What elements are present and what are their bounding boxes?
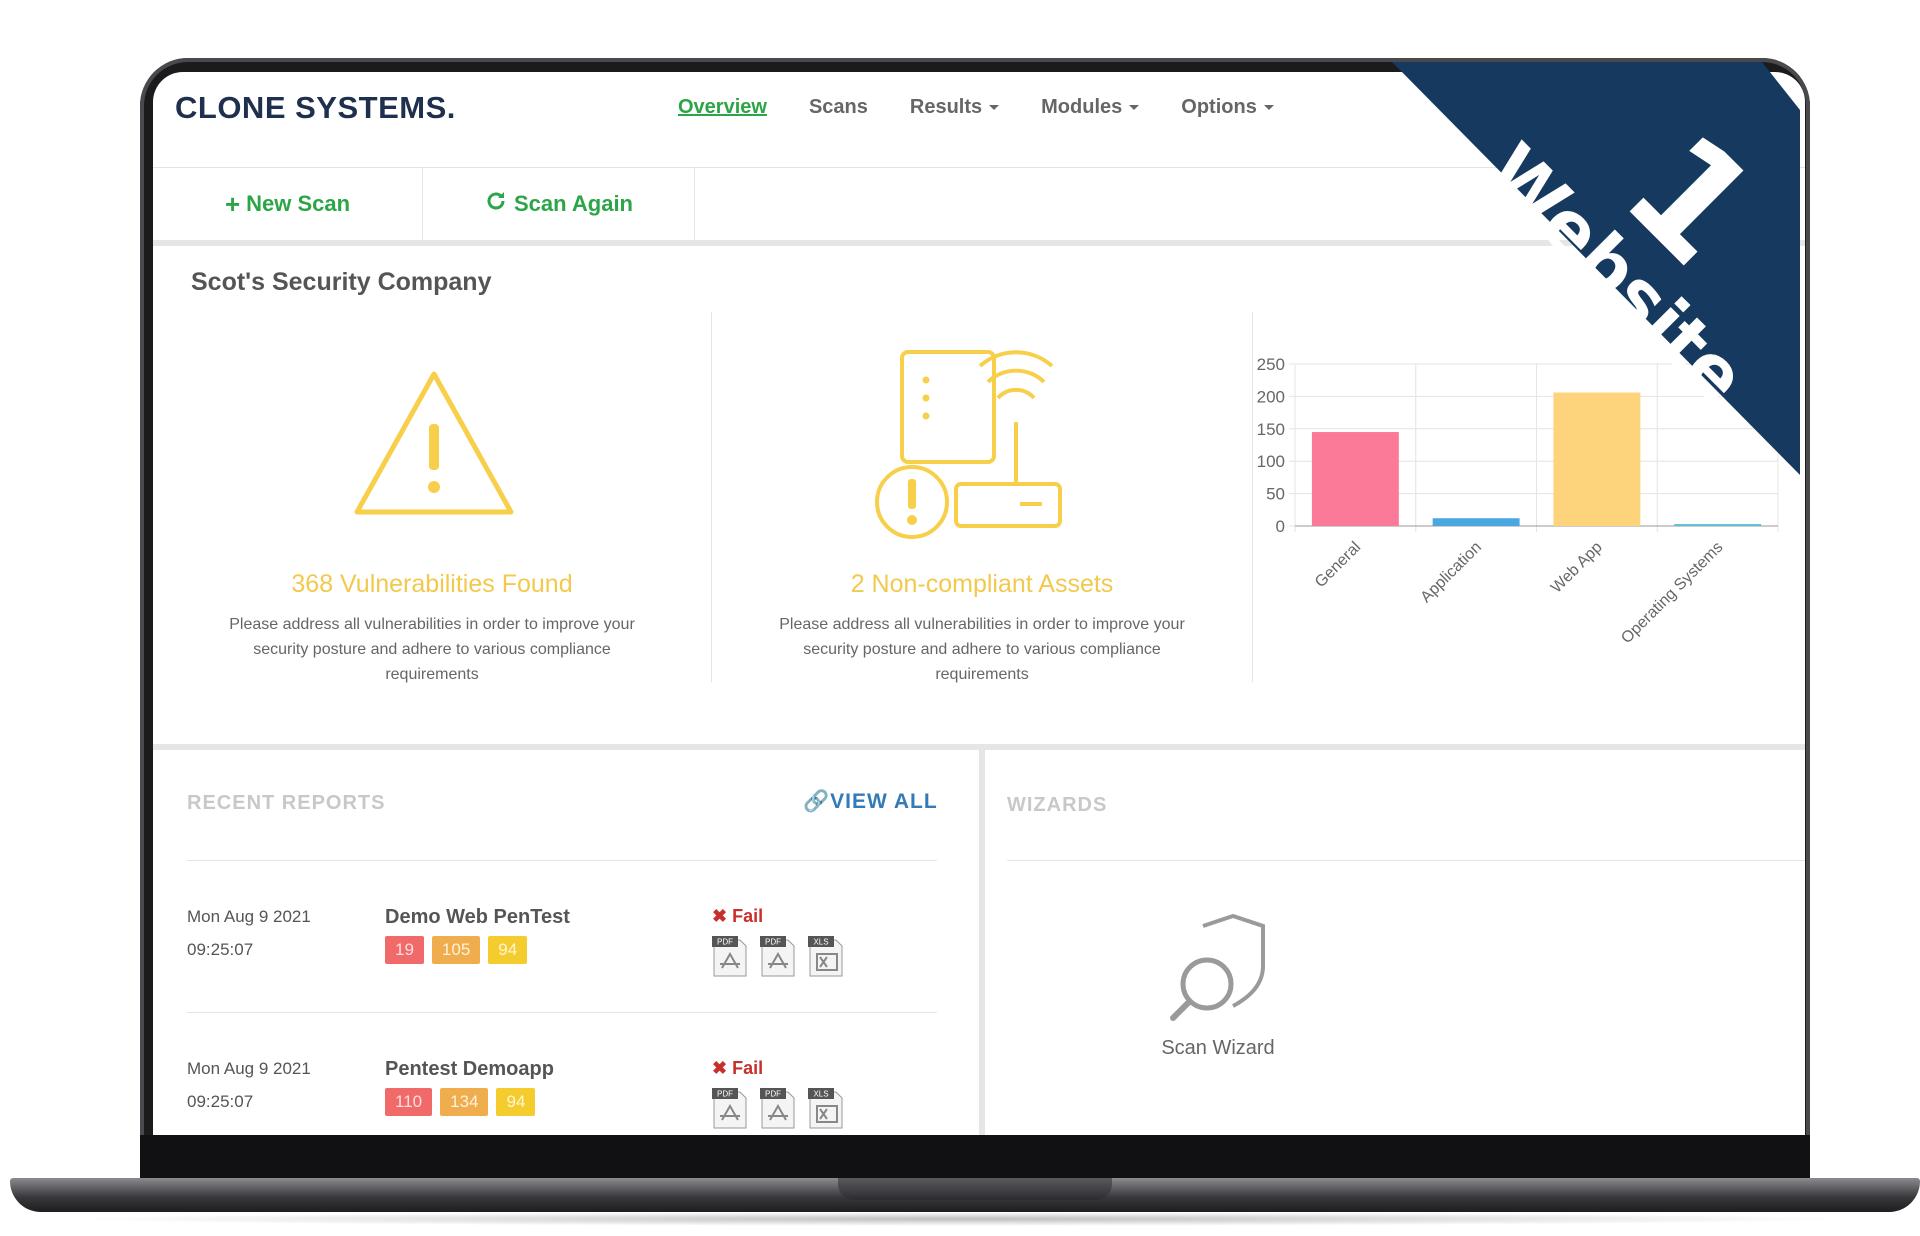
vulnerabilities-headline: 368 Vulnerabilities Found xyxy=(291,570,573,598)
top-navbar: CLONE SYSTEMS. Overview Scans Results Mo… xyxy=(153,72,1805,168)
view-all-label: VIEW ALL xyxy=(830,790,938,813)
pdf-file-icon[interactable]: PDF xyxy=(712,934,748,978)
report-date: Mon Aug 9 2021 xyxy=(187,907,311,926)
vulnerabilities-panel: 368 Vulnerabilities Found Please address… xyxy=(153,312,711,683)
critical-count-badge: 19 xyxy=(385,936,424,964)
nav-results-label: Results xyxy=(909,96,983,118)
report-time: 09:25:07 xyxy=(187,940,254,959)
assets-headline: 2 Non-compliant Assets xyxy=(850,570,1114,598)
medium-count-badge: 94 xyxy=(496,1088,536,1116)
app-screen: CLONE SYSTEMS. Overview Scans Results Mo… xyxy=(153,72,1805,1135)
report-row: Mon Aug 9 2021 09:25:07 Pentest Demoapp … xyxy=(187,1052,937,1135)
xls-file-icon[interactable]: XLS xyxy=(808,1086,844,1130)
divider xyxy=(187,1012,937,1013)
x-tick-label: Web App xyxy=(1548,539,1606,597)
high-count-badge: 134 xyxy=(440,1088,489,1116)
nav-modules[interactable]: Modules xyxy=(1041,96,1140,119)
scan-wizard-label: Scan Wizard xyxy=(1161,1037,1275,1059)
new-scan-button[interactable]: + New Scan xyxy=(153,168,423,240)
laptop-shadow xyxy=(60,1212,1860,1226)
bar-operating-systems xyxy=(1674,524,1762,526)
nav-scans[interactable]: Scans xyxy=(809,96,868,119)
pdf-tag: PDF xyxy=(717,1090,733,1099)
scan-wizard-button[interactable]: Scan Wizard xyxy=(1133,912,1303,1060)
laptop-base-notch xyxy=(838,1178,1112,1200)
pdf-file-icon[interactable]: PDF xyxy=(760,1086,796,1130)
y-tick-label: 100 xyxy=(1257,452,1285,471)
bar-web-app xyxy=(1553,392,1641,526)
report-downloads: PDF PDF XLS xyxy=(712,934,844,978)
new-scan-label: New Scan xyxy=(246,191,351,216)
report-date: Mon Aug 9 2021 xyxy=(187,1059,311,1078)
link-icon: 🔗 xyxy=(803,790,831,813)
warning-triangle-icon xyxy=(354,371,514,515)
nav-results[interactable]: Results xyxy=(909,96,1000,119)
bar-general xyxy=(1311,432,1399,526)
report-downloads: PDF PDF XLS xyxy=(712,1086,844,1130)
nav-options-label: Options xyxy=(1181,96,1257,118)
wizards-title: WIZARDS xyxy=(1007,794,1108,816)
scan-again-label: Scan Again xyxy=(514,191,633,216)
xls-tag: XLS xyxy=(813,938,828,947)
report-datetime: Mon Aug 9 2021 09:25:07 xyxy=(187,900,311,966)
report-row: Mon Aug 9 2021 09:25:07 Demo Web PenTest… xyxy=(187,900,937,1010)
y-tick-label: 150 xyxy=(1257,420,1285,439)
x-tick-label: Application xyxy=(1418,539,1485,606)
vulnerabilities-description: Please address all vulnerabilities in or… xyxy=(229,616,635,683)
y-tick-label: 50 xyxy=(1266,485,1285,504)
view-all-link[interactable]: 🔗VIEW ALL xyxy=(803,790,938,814)
chevron-down-icon xyxy=(1263,105,1274,111)
vulnerability-category-chart: 0 50 100 150 200 250 General Application Web App… xyxy=(1257,355,1779,647)
medium-count-badge: 94 xyxy=(488,936,528,964)
fail-x-icon: ✖ xyxy=(712,1058,728,1078)
column-divider xyxy=(979,750,985,1135)
shield-search-icon xyxy=(1170,913,1265,1021)
pdf-file-icon[interactable]: PDF xyxy=(760,934,796,978)
company-name: Scot's Security Company xyxy=(191,268,492,296)
xls-file-icon[interactable]: XLS xyxy=(808,934,844,978)
y-tick-label: 250 xyxy=(1257,355,1285,374)
critical-count-badge: 110 xyxy=(385,1088,433,1116)
x-tick-label: Operating Systems xyxy=(1618,539,1726,647)
y-tick-label: 200 xyxy=(1257,387,1285,406)
severity-badges: 19 105 94 xyxy=(385,936,528,964)
x-tick-label: General xyxy=(1312,539,1364,591)
action-bar: + New Scan Scan Again xyxy=(153,168,1805,246)
pdf-file-icon[interactable]: PDF xyxy=(712,1086,748,1130)
status-label: Fail xyxy=(732,1058,764,1078)
plus-icon: + xyxy=(224,188,241,219)
bar-application xyxy=(1432,518,1520,526)
report-status: ✖ Fail xyxy=(712,1058,763,1079)
fail-x-icon: ✖ xyxy=(712,906,728,926)
refresh-icon xyxy=(484,189,508,220)
nav-overview[interactable]: Overview xyxy=(678,96,767,119)
report-status: ✖ Fail xyxy=(712,906,763,927)
assets-description: Please address all vulnerabilities in or… xyxy=(779,616,1185,683)
high-count-badge: 105 xyxy=(431,936,481,964)
divider xyxy=(187,860,937,861)
report-name[interactable]: Pentest Demoapp xyxy=(385,1058,554,1081)
pdf-tag: PDF xyxy=(765,1090,781,1099)
scan-again-button[interactable]: Scan Again xyxy=(423,168,695,240)
chevron-down-icon xyxy=(989,105,1000,111)
xls-tag: XLS xyxy=(813,1090,828,1099)
chevron-down-icon xyxy=(1129,105,1140,111)
main-nav: Overview Scans Results Modules Options xyxy=(678,96,1316,119)
nav-modules-label: Modules xyxy=(1041,96,1123,118)
report-datetime: Mon Aug 9 2021 09:25:07 xyxy=(187,1052,311,1118)
assets-panel: 2 Non-compliant Assets Please address al… xyxy=(712,312,1252,683)
y-tick-label: 0 xyxy=(1276,517,1285,536)
network-device-warning-icon xyxy=(875,350,1062,539)
report-time: 09:25:07 xyxy=(187,1092,254,1111)
report-name[interactable]: Demo Web PenTest xyxy=(385,906,570,929)
laptop-bottom-bezel xyxy=(140,1135,1810,1179)
brand-logo[interactable]: CLONE SYSTEMS. xyxy=(175,90,456,126)
divider xyxy=(1007,860,1805,861)
nav-options[interactable]: Options xyxy=(1181,96,1274,119)
pdf-tag: PDF xyxy=(717,938,733,947)
recent-reports-title: RECENT REPORTS xyxy=(187,792,386,814)
pdf-tag: PDF xyxy=(765,938,781,947)
status-label: Fail xyxy=(732,906,764,926)
severity-badges: 110 134 94 xyxy=(385,1088,536,1116)
